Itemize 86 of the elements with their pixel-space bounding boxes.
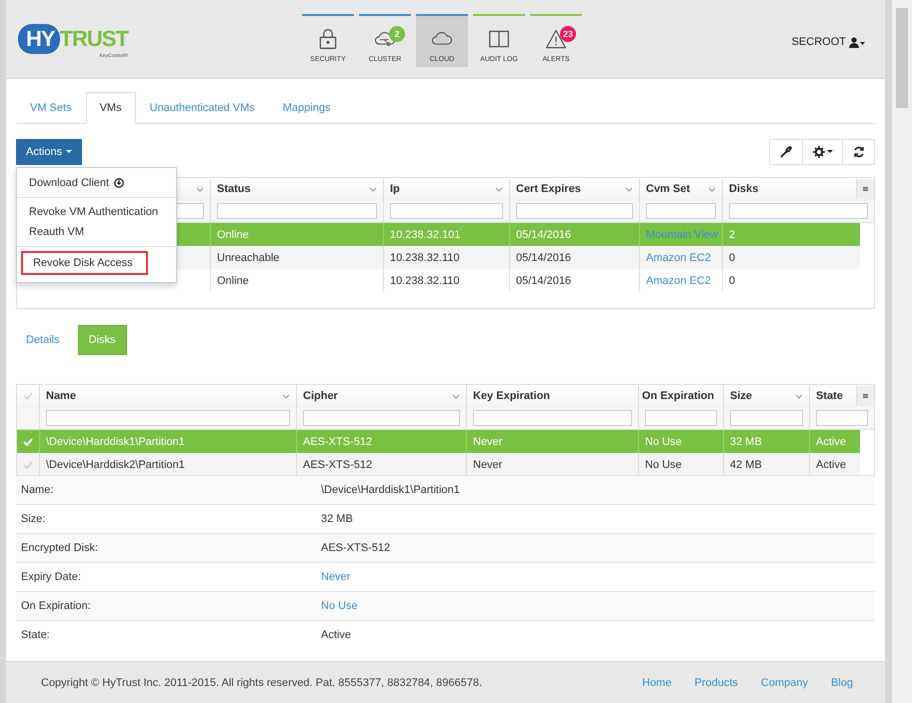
table-cell: Online — [217, 274, 249, 286]
field-label: Encrypted Disk: — [21, 542, 100, 554]
filter-field[interactable] — [303, 410, 460, 426]
field-label: Expiry Date: — [21, 571, 82, 583]
column-header[interactable]: Status — [217, 183, 251, 195]
table-cell: 10.238.32.110 — [390, 252, 460, 264]
filter-field[interactable] — [816, 410, 868, 426]
menu-item[interactable]: Revoke VM Authentication — [17, 202, 166, 222]
caret-icon — [708, 186, 716, 192]
copyright-text: Copyright © HyTrust Inc. 2011-2015. All rights reserved. Pat. 8555377, 8832784, 8966578. — [41, 676, 482, 688]
table-row[interactable]: \Device\Harddisk2\Partition1 AES-XTS-512 Never No Use 42 MB Active — [17, 453, 860, 476]
column-header[interactable]: Cipher — [303, 390, 338, 402]
book-icon — [488, 28, 510, 50]
column-header[interactable]: Cert Expires — [516, 183, 581, 195]
table-cell: \Device\Harddisk1\Partition1 — [46, 436, 185, 448]
filter-field[interactable] — [473, 410, 632, 426]
filter-field[interactable] — [46, 410, 290, 426]
table-cell: Unreachable — [217, 252, 280, 264]
table-cell: No Use — [645, 436, 682, 448]
tab[interactable]: Unauthenticated VMs — [136, 92, 269, 124]
column-header[interactable]: Size — [730, 390, 752, 402]
user-menu[interactable]: SECROOT — [786, 35, 871, 49]
column-header[interactable]: State — [816, 390, 843, 402]
field-value: 32 MB — [321, 513, 354, 525]
column-header[interactable]: Key Expiration — [473, 390, 550, 402]
field-label: State: — [21, 629, 51, 641]
filter-field[interactable] — [645, 410, 717, 426]
table-cell: AES-XTS-512 — [303, 436, 372, 448]
table-cell: Never — [473, 458, 502, 470]
column-header[interactable]: Ip — [390, 183, 400, 195]
user-icon — [849, 36, 865, 48]
table-cell: 10.238.32.110 — [390, 274, 460, 286]
column-header[interactable]: Name — [46, 390, 76, 402]
filter-field[interactable] — [646, 203, 716, 219]
table-cell: Active — [816, 436, 846, 448]
check-icon[interactable] — [23, 460, 33, 468]
scrollbar[interactable] — [892, 0, 912, 703]
table-cell: \Device\Harddisk2\Partition1 — [46, 458, 185, 470]
caret-icon — [369, 186, 377, 192]
filter-field[interactable] — [730, 410, 803, 426]
table-cell: 2 — [729, 228, 736, 240]
menu-item[interactable]: Reauth VM — [17, 222, 92, 242]
download-icon — [114, 178, 124, 188]
field-value: Active — [321, 629, 352, 641]
table-cell: Active — [816, 458, 846, 470]
table-cell: 10.238.32.101 — [390, 228, 460, 240]
caret-icon — [282, 394, 290, 398]
field-label: Size: — [21, 513, 46, 525]
table-cell: 32 MB — [730, 436, 762, 448]
caret-icon — [196, 186, 204, 192]
column-header[interactable]: On Expiration — [642, 390, 714, 402]
filter-field[interactable] — [217, 203, 377, 219]
table-cell: 05/14/2016 — [516, 252, 572, 264]
table-cell: 05/14/2016 — [516, 228, 572, 240]
tab[interactable]: VMs — [86, 92, 136, 124]
table-cell: AES-XTS-512 — [303, 458, 372, 470]
menu-item[interactable]: Revoke Disk Access — [21, 251, 148, 275]
menu-icon[interactable] — [856, 179, 874, 199]
field-label: On Expiration: — [21, 600, 92, 612]
column-header[interactable]: Disks — [729, 183, 758, 195]
caret-icon — [66, 150, 72, 154]
lock-icon — [317, 28, 339, 50]
count-badge: 2 — [389, 26, 405, 42]
filter-field[interactable] — [516, 203, 633, 219]
caret-icon — [452, 394, 460, 398]
menu-item[interactable]: Download Client — [17, 173, 132, 193]
field-label: Name: — [21, 484, 54, 496]
table-cell: No Use — [645, 458, 682, 470]
table-cell: 42 MB — [730, 458, 762, 470]
count-badge: 23 — [560, 26, 576, 42]
actions-button[interactable]: Actions — [16, 139, 82, 165]
table-cell: Never — [473, 436, 502, 448]
caret-icon — [795, 394, 803, 398]
caret-icon — [495, 186, 503, 192]
table-cell: 0 — [729, 274, 736, 286]
table-cell: 0 — [729, 252, 736, 264]
filter-field[interactable] — [390, 203, 503, 219]
menu-icon[interactable] — [856, 386, 874, 406]
caret-icon — [625, 186, 633, 192]
field-value: \Device\Harddisk1\Partition1 — [321, 484, 461, 496]
table-cell: Online — [217, 228, 249, 240]
table-cell: 05/14/2016 — [516, 274, 572, 286]
check-icon[interactable] — [23, 392, 33, 400]
field-value: AES-XTS-512 — [321, 542, 392, 554]
filter-field[interactable] — [729, 203, 868, 219]
column-header[interactable]: Cvm Set — [646, 183, 690, 195]
